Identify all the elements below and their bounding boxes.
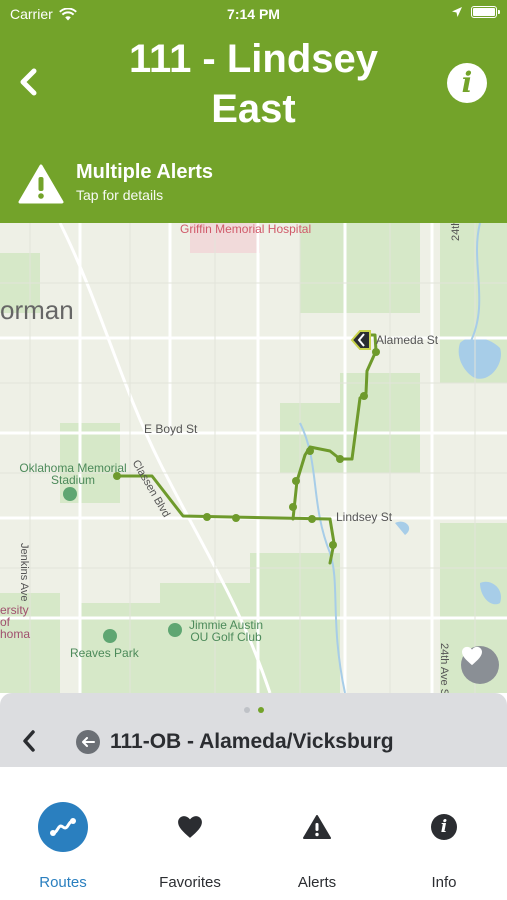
tab-routes[interactable]: Routes — [0, 767, 126, 900]
direction-arrow-icon — [76, 730, 100, 754]
info-button[interactable]: i — [447, 63, 487, 103]
route-back-button[interactable] — [18, 727, 40, 755]
status-right — [451, 6, 500, 18]
map-label-reaves: Reaves Park — [70, 646, 139, 660]
page-title: 111 - Lindsey East — [128, 37, 379, 131]
warning-icon — [303, 815, 331, 839]
status-bar: Carrier 7:14 PM — [0, 0, 507, 30]
battery-icon — [471, 6, 500, 18]
map-label-24th-north: 24th Ave N — [450, 223, 462, 241]
map-label-hospital: Griffin Memorial Hospital — [180, 223, 312, 236]
map-label-stadium: Oklahoma Memorial Stadium — [19, 461, 127, 487]
tab-info[interactable]: i Info — [381, 767, 507, 900]
tab-bar: Routes Favorites Alerts i Info — [0, 767, 507, 900]
heart-icon — [178, 816, 202, 838]
alerts-banner[interactable]: Multiple Alerts Tap for details — [0, 155, 507, 223]
map-label-golf: Jimmie Austin OU Golf Club — [188, 618, 264, 644]
tab-favorites[interactable]: Favorites — [127, 767, 253, 900]
tab-alerts[interactable]: Alerts — [254, 767, 380, 900]
tab-info-label: Info — [431, 874, 457, 891]
location-arrow-icon — [452, 7, 462, 17]
route-icon — [38, 802, 88, 852]
page-dot-1[interactable] — [243, 707, 250, 713]
info-icon: i — [431, 814, 457, 840]
map-label-city: orman — [0, 295, 74, 325]
page-indicator — [0, 707, 507, 713]
status-time: 7:14 PM — [227, 6, 280, 22]
back-button[interactable] — [14, 64, 44, 100]
route-header: 111 - Lindsey East i — [0, 30, 507, 155]
map-label-jenkins: Jenkins Ave — [18, 543, 30, 602]
warning-icon — [18, 164, 64, 204]
map-label-24th-south: 24th Ave SE — [438, 643, 450, 693]
chevron-left-icon — [20, 68, 37, 96]
map-label-university: ersity of homa — [0, 603, 31, 641]
tab-favorites-label: Favorites — [159, 874, 221, 891]
map-label-alameda: Alameda St — [376, 333, 439, 347]
map-label-boyd: E Boyd St — [144, 422, 198, 436]
map-favorite-button[interactable] — [461, 646, 499, 684]
page-dot-2[interactable] — [257, 707, 264, 713]
route-direction-name[interactable]: 111-OB - Alameda/Vicksburg — [110, 730, 394, 754]
tab-routes-label: Routes — [39, 874, 87, 891]
alert-subtitle: Tap for details — [76, 187, 164, 203]
map-label-lindsey: Lindsey St — [336, 510, 393, 524]
route-selector: 111-OB - Alameda/Vicksburg — [0, 693, 507, 767]
alert-title: Multiple Alerts — [76, 161, 214, 183]
heart-icon — [462, 646, 482, 666]
route-map[interactable]: Griffin Memorial Hospital orman Alameda … — [0, 223, 507, 693]
chevron-left-icon — [23, 730, 35, 752]
tab-alerts-label: Alerts — [297, 874, 337, 891]
